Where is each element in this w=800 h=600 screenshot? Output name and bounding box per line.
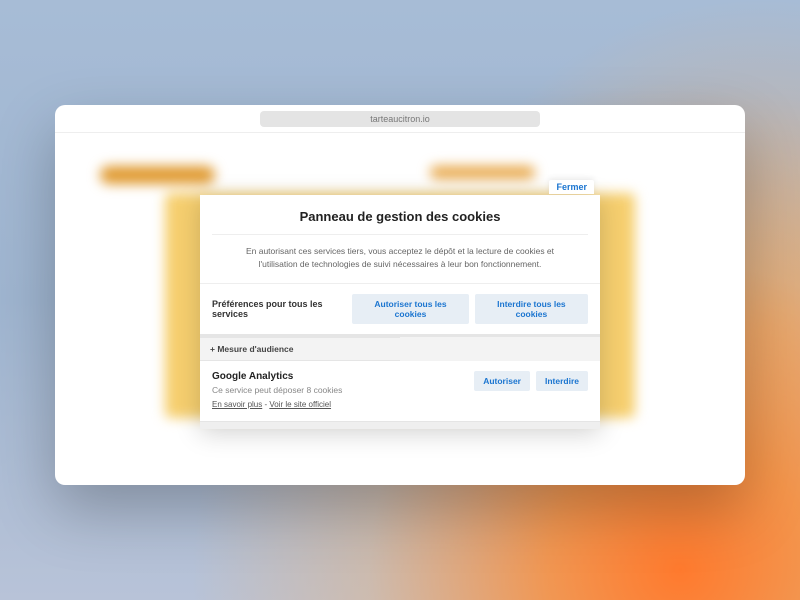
panel-title: Panneau de gestion des cookies: [200, 195, 600, 234]
service-info: Google Analytics Ce service peut déposer…: [212, 371, 342, 409]
deny-all-button[interactable]: Interdire tous les cookies: [475, 294, 588, 324]
prefs-label: Préférences pour tous les services: [212, 299, 352, 319]
allow-all-button[interactable]: Autoriser tous les cookies: [352, 294, 469, 324]
official-site-link[interactable]: Voir le site officiel: [269, 400, 331, 409]
background: tarteaucitron.io Fermer Panneau de gesti…: [0, 0, 800, 600]
service-name: Google Analytics: [212, 371, 342, 382]
category-toggle[interactable]: + Mesure d'audience: [200, 337, 400, 361]
panel-footer: [200, 421, 600, 429]
close-button[interactable]: Fermer: [549, 180, 594, 194]
global-button-group: Autoriser tous les cookies Interdire tou…: [352, 294, 588, 324]
learn-more-link[interactable]: En savoir plus: [212, 400, 262, 409]
url-bar-container: tarteaucitron.io: [55, 105, 745, 133]
cookie-consent-panel: Fermer Panneau de gestion des cookies En…: [200, 195, 600, 429]
blur-shape: [100, 166, 215, 184]
service-button-group: Autoriser Interdire: [474, 371, 588, 391]
blur-shape: [430, 166, 535, 179]
url-bar[interactable]: tarteaucitron.io: [260, 111, 540, 127]
deny-button[interactable]: Interdire: [536, 371, 588, 391]
service-row: Google Analytics Ce service peut déposer…: [200, 361, 600, 421]
service-desc: Ce service peut déposer 8 cookies: [212, 385, 342, 395]
category-bar: + Mesure d'audience: [200, 334, 600, 361]
panel-description: En autorisant ces services tiers, vous a…: [212, 234, 588, 283]
service-links: En savoir plus - Voir le site officiel: [212, 400, 342, 409]
allow-button[interactable]: Autoriser: [474, 371, 530, 391]
global-prefs-row: Préférences pour tous les services Autor…: [200, 283, 600, 334]
